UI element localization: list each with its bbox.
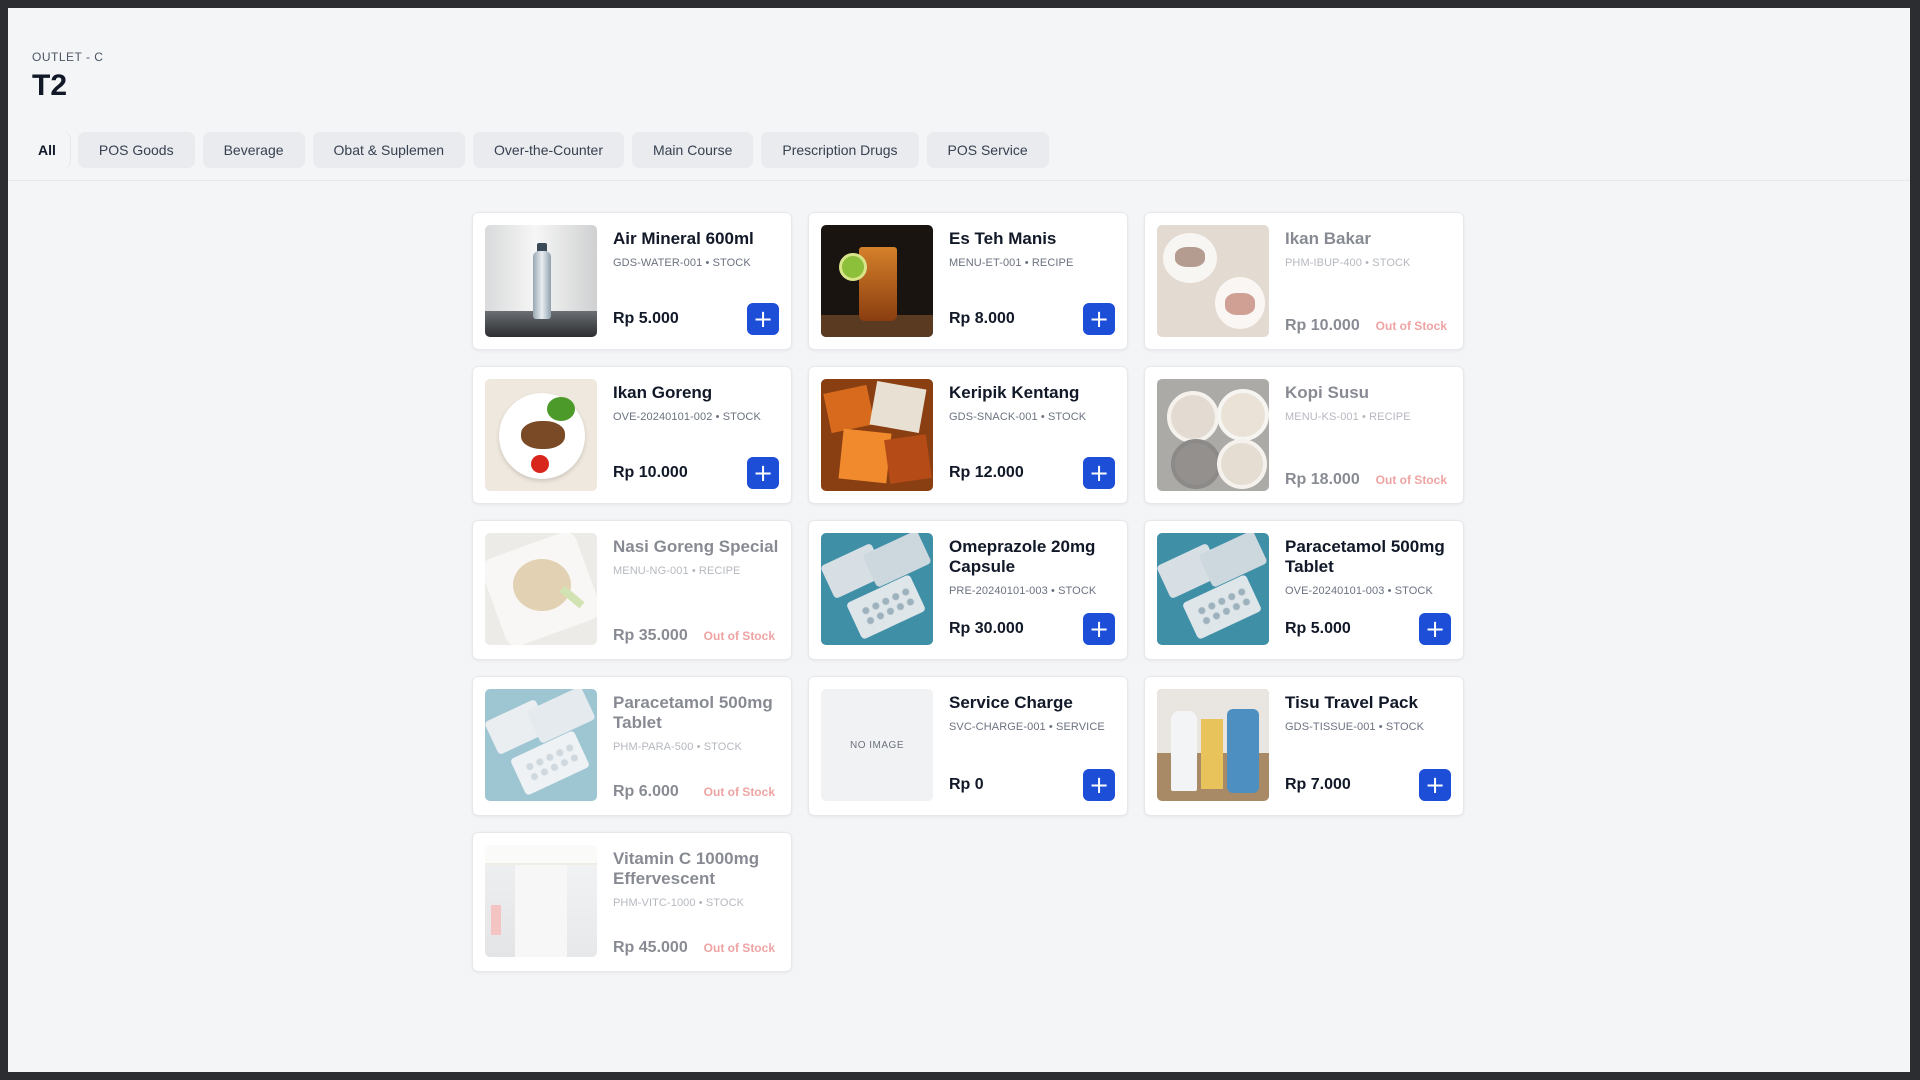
product-card[interactable]: Tisu Travel Pack GDS-TISSUE-001 • STOCK …: [1144, 676, 1464, 816]
product-card[interactable]: Omeprazole 20mg Capsule PRE-20240101-003…: [808, 520, 1128, 660]
tab-obat-suplemen[interactable]: Obat & Suplemen: [312, 132, 466, 168]
product-image: [1157, 689, 1269, 801]
product-price: Rp 7.000: [1285, 776, 1351, 793]
product-sku: PHM-PARA-500 • STOCK: [613, 741, 742, 753]
product-card[interactable]: Paracetamol 500mg Tablet OVE-20240101-00…: [1144, 520, 1464, 660]
product-price: Rp 12.000: [949, 464, 1024, 481]
out-of-stock-label: Out of Stock: [703, 785, 775, 799]
product-image: [821, 533, 933, 645]
product-card[interactable]: Ikan Bakar PHM-IBUP-400 • STOCK Rp 10.00…: [1144, 212, 1464, 350]
product-sku: OVE-20240101-003 • STOCK: [1285, 585, 1433, 597]
product-sku: OVE-20240101-002 • STOCK: [613, 411, 761, 423]
product-image: [1157, 533, 1269, 645]
outlet-label: OUTLET - C: [32, 50, 104, 64]
product-name: Service Charge: [949, 693, 1073, 712]
product-price: Rp 35.000: [613, 627, 688, 644]
product-card[interactable]: Es Teh Manis MENU-ET-001 • RECIPE Rp 8.0…: [808, 212, 1128, 350]
product-name: Nasi Goreng Special: [613, 537, 779, 556]
product-sku: MENU-NG-001 • RECIPE: [613, 565, 741, 577]
out-of-stock-label: Out of Stock: [1375, 319, 1447, 333]
product-price: Rp 5.000: [613, 310, 679, 327]
product-card[interactable]: Kopi Susu MENU-KS-001 • RECIPE Rp 18.000…: [1144, 366, 1464, 504]
product-image: [485, 379, 597, 491]
product-price: Rp 18.000: [1285, 471, 1360, 488]
product-sku: GDS-WATER-001 • STOCK: [613, 257, 751, 269]
product-card[interactable]: Keripik Kentang GDS-SNACK-001 • STOCK Rp…: [808, 366, 1128, 504]
product-name: Omeprazole 20mg Capsule: [949, 537, 1096, 576]
product-image: [485, 533, 597, 645]
product-price: Rp 6.000: [613, 783, 679, 800]
product-image: [1157, 225, 1269, 337]
product-card[interactable]: Air Mineral 600ml GDS-WATER-001 • STOCK …: [472, 212, 792, 350]
header-divider: [8, 180, 1910, 181]
add-to-cart-button[interactable]: +: [1083, 457, 1115, 489]
product-name: Keripik Kentang: [949, 383, 1080, 402]
product-name: Tisu Travel Pack: [1285, 693, 1418, 712]
page-header: OUTLET - C T2: [32, 50, 103, 103]
product-name: Es Teh Manis: [949, 229, 1057, 248]
product-price: Rp 5.000: [1285, 620, 1351, 637]
product-card[interactable]: Paracetamol 500mg Tablet PHM-PARA-500 • …: [472, 676, 792, 816]
tab-prescription-drugs[interactable]: Prescription Drugs: [761, 132, 919, 168]
product-name: Air Mineral 600ml: [613, 229, 754, 248]
add-to-cart-button[interactable]: +: [1419, 613, 1451, 645]
no-image-placeholder: NO IMAGE: [821, 689, 933, 801]
page-title: T2: [32, 69, 68, 102]
product-price: Rp 10.000: [613, 464, 688, 481]
product-image: [485, 689, 597, 801]
product-price: Rp 8.000: [949, 310, 1015, 327]
product-sku: GDS-SNACK-001 • STOCK: [949, 411, 1087, 423]
tab-main-course[interactable]: Main Course: [631, 132, 754, 168]
tab-pos-goods[interactable]: POS Goods: [77, 132, 195, 168]
product-image: [485, 845, 597, 957]
product-name: Vitamin C 1000mg Effervescent: [613, 849, 760, 888]
add-to-cart-button[interactable]: +: [1419, 769, 1451, 801]
product-sku: PHM-IBUP-400 • STOCK: [1285, 257, 1411, 269]
product-name: Kopi Susu: [1285, 383, 1370, 402]
app-window: OUTLET - C T2 All POS Goods Beverage Oba…: [8, 8, 1910, 1072]
add-to-cart-button[interactable]: +: [747, 303, 779, 335]
product-grid: Air Mineral 600ml GDS-WATER-001 • STOCK …: [472, 212, 1464, 972]
product-image: [821, 379, 933, 491]
product-card[interactable]: Ikan Goreng OVE-20240101-002 • STOCK Rp …: [472, 366, 792, 504]
add-to-cart-button[interactable]: +: [1083, 769, 1115, 801]
product-card[interactable]: Nasi Goreng Special MENU-NG-001 • RECIPE…: [472, 520, 792, 660]
product-sku: MENU-ET-001 • RECIPE: [949, 257, 1074, 269]
product-price: Rp 0: [949, 776, 984, 793]
product-sku: PRE-20240101-003 • STOCK: [949, 585, 1097, 597]
product-card[interactable]: NO IMAGE Service Charge SVC-CHARGE-001 •…: [808, 676, 1128, 816]
product-sku: GDS-TISSUE-001 • STOCK: [1285, 721, 1425, 733]
category-tabs: All POS Goods Beverage Obat & Suplemen O…: [24, 132, 1049, 168]
product-name: Ikan Bakar: [1285, 229, 1371, 248]
out-of-stock-label: Out of Stock: [1375, 473, 1447, 487]
product-name: Paracetamol 500mg Tablet: [613, 693, 773, 732]
product-sku: SVC-CHARGE-001 • SERVICE: [949, 721, 1105, 733]
out-of-stock-label: Out of Stock: [703, 941, 775, 955]
product-name: Ikan Goreng: [613, 383, 713, 402]
product-sku: MENU-KS-001 • RECIPE: [1285, 411, 1411, 423]
product-image: [821, 225, 933, 337]
product-image: [1157, 379, 1269, 491]
product-price: Rp 45.000: [613, 939, 688, 956]
tab-pos-service[interactable]: POS Service: [926, 132, 1049, 168]
tab-all[interactable]: All: [24, 132, 70, 168]
add-to-cart-button[interactable]: +: [747, 457, 779, 489]
add-to-cart-button[interactable]: +: [1083, 613, 1115, 645]
product-name: Paracetamol 500mg Tablet: [1285, 537, 1445, 576]
product-price: Rp 30.000: [949, 620, 1024, 637]
tab-over-the-counter[interactable]: Over-the-Counter: [473, 132, 624, 168]
product-image: [485, 225, 597, 337]
out-of-stock-label: Out of Stock: [703, 629, 775, 643]
product-sku: PHM-VITC-1000 • STOCK: [613, 897, 745, 909]
tab-beverage[interactable]: Beverage: [202, 132, 305, 168]
product-price: Rp 10.000: [1285, 317, 1360, 334]
add-to-cart-button[interactable]: +: [1083, 303, 1115, 335]
product-card[interactable]: Vitamin C 1000mg Effervescent PHM-VITC-1…: [472, 832, 792, 972]
